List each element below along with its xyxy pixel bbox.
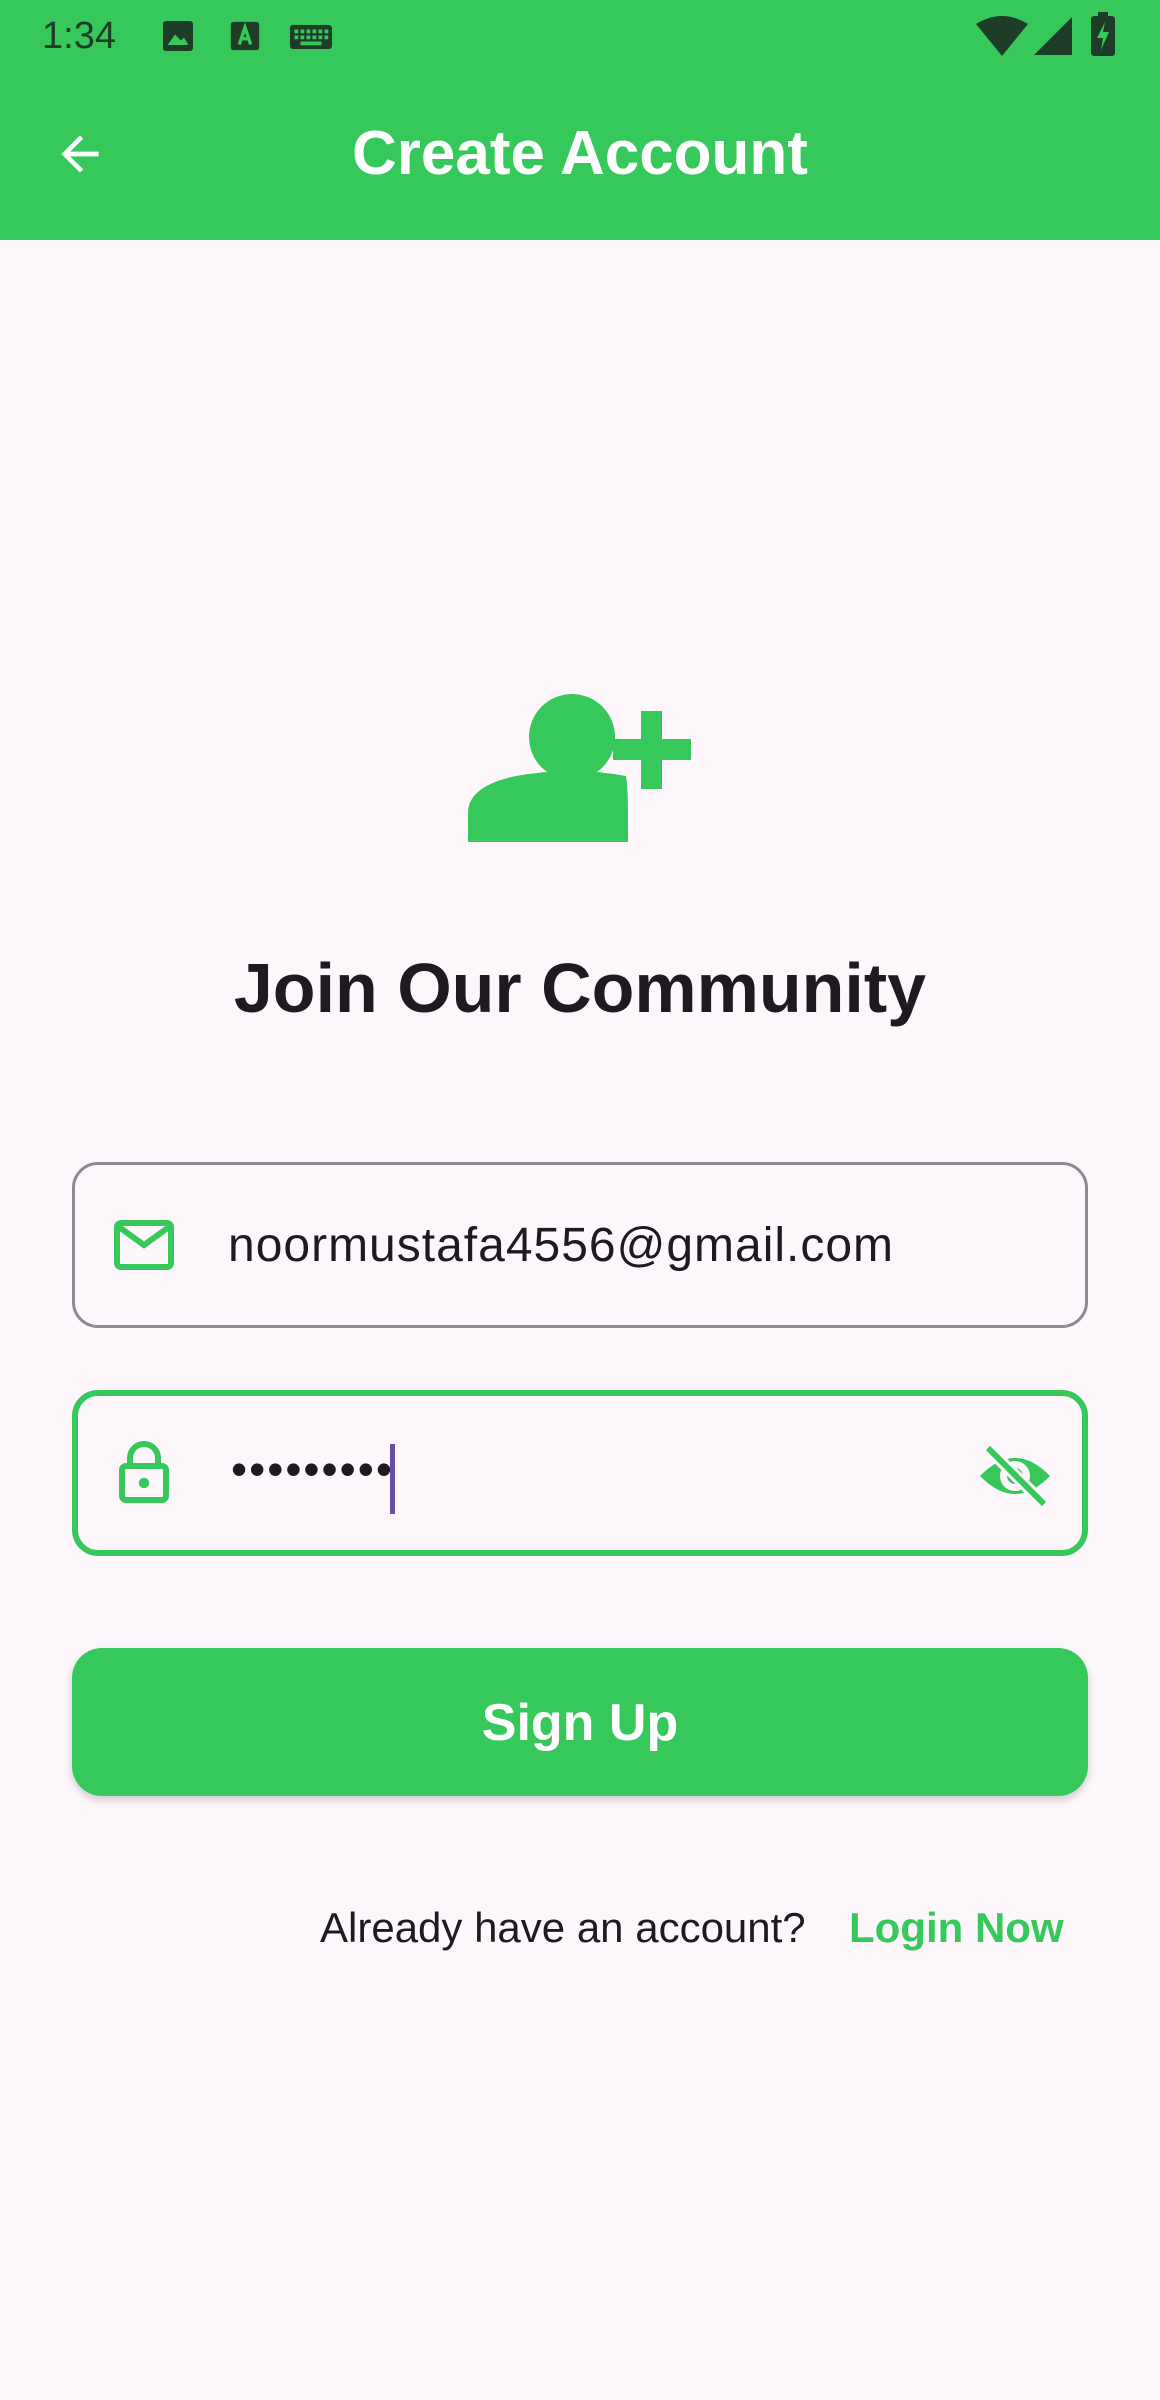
app-bar: 1:34 Create Account (0, 0, 1160, 240)
email-value[interactable]: noormustafa4556@gmail.com (228, 1217, 894, 1275)
password-field[interactable]: ••••••••• (72, 1390, 1088, 1556)
image-icon (163, 21, 193, 51)
password-value[interactable]: ••••••••• (231, 1440, 394, 1498)
wifi-icon (976, 16, 1028, 56)
eye-off-icon[interactable] (978, 1444, 1052, 1508)
email-field[interactable]: noormustafa4556@gmail.com (72, 1162, 1088, 1328)
mail-icon (114, 1220, 174, 1270)
status-time: 1:34 (42, 15, 116, 57)
login-now-link[interactable]: Login Now (849, 1902, 1064, 1954)
battery-charging-icon (1091, 12, 1115, 56)
keyboard-icon (290, 25, 332, 49)
text-a-icon (230, 21, 260, 51)
text-cursor (390, 1444, 395, 1514)
join-heading: Join Our Community (233, 949, 927, 1027)
lock-icon (119, 1441, 169, 1503)
page-title: Create Account (352, 119, 808, 188)
sign-up-button[interactable]: Sign Up (72, 1648, 1088, 1796)
cellular-signal-icon (1034, 17, 1072, 55)
already-have-account-text: Already have an account? (320, 1904, 806, 1951)
person-add-icon (468, 694, 691, 842)
